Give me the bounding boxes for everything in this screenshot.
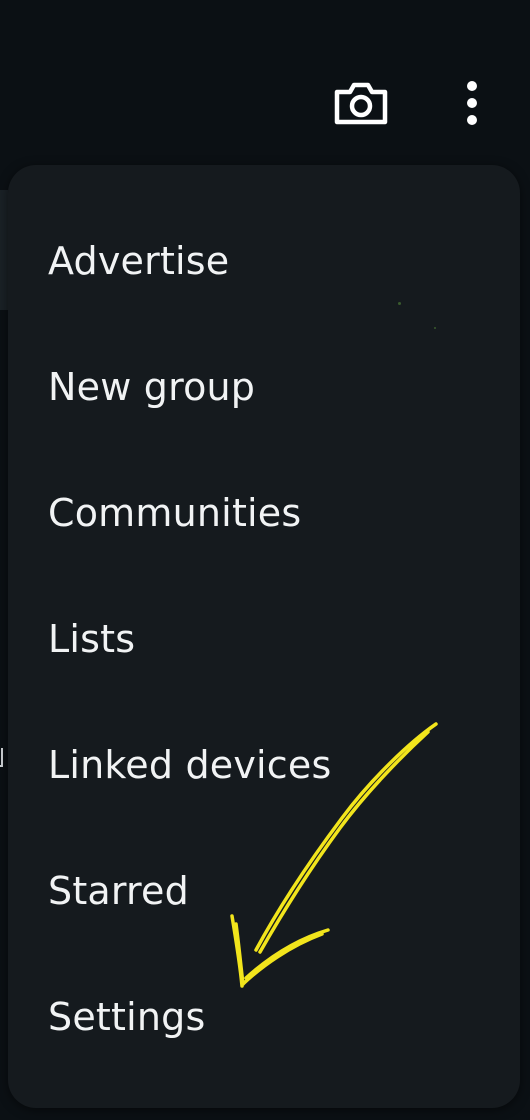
menu-item-communities[interactable]: Communities bbox=[8, 450, 520, 576]
top-app-bar bbox=[0, 0, 530, 160]
menu-item-label: Settings bbox=[48, 995, 206, 1039]
menu-item-label: New group bbox=[48, 365, 256, 409]
menu-item-label: Lists bbox=[48, 617, 136, 661]
screen-speck bbox=[398, 302, 401, 305]
menu-item-linked-devices[interactable]: Linked devices bbox=[8, 702, 520, 828]
camera-button[interactable] bbox=[328, 74, 394, 132]
menu-item-starred[interactable]: Starred bbox=[8, 828, 520, 954]
background-list-edge bbox=[0, 190, 8, 310]
screen-speck bbox=[434, 327, 436, 329]
screen: Advertise New group Communities Lists Li… bbox=[0, 0, 530, 1120]
menu-item-label: Linked devices bbox=[48, 743, 332, 787]
menu-item-new-group[interactable]: New group bbox=[8, 324, 520, 450]
more-options-button[interactable] bbox=[450, 74, 494, 132]
menu-item-label: Advertise bbox=[48, 239, 230, 283]
menu-item-label: Starred bbox=[48, 869, 189, 913]
overflow-menu: Advertise New group Communities Lists Li… bbox=[8, 165, 520, 1108]
camera-icon bbox=[334, 82, 388, 125]
menu-item-lists[interactable]: Lists bbox=[8, 576, 520, 702]
background-glyph bbox=[0, 748, 3, 767]
menu-item-label: Communities bbox=[48, 491, 302, 535]
more-vert-icon bbox=[467, 81, 477, 125]
menu-item-advertise[interactable]: Advertise bbox=[8, 198, 520, 324]
menu-item-settings[interactable]: Settings bbox=[8, 954, 520, 1080]
